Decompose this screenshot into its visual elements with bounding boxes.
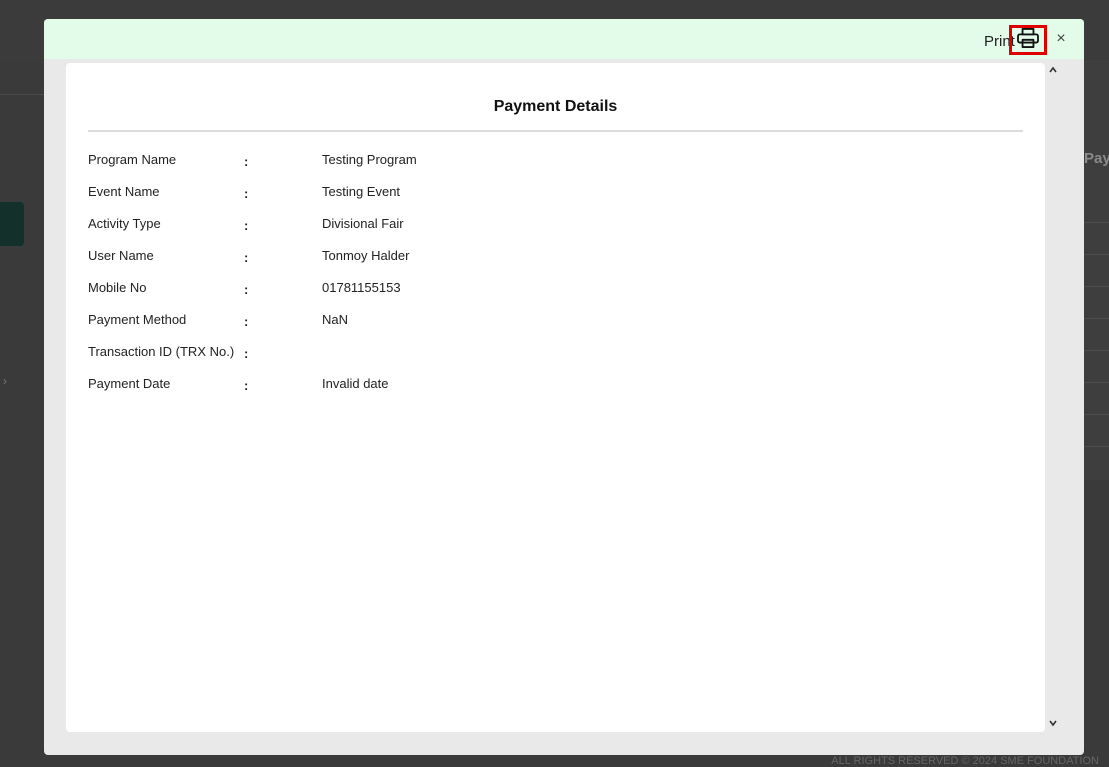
payment-details-list: Program Name : Testing Program Event Nam… — [88, 152, 988, 408]
detail-label: Payment Method — [88, 312, 187, 327]
detail-row-program-name: Program Name : Testing Program — [88, 152, 988, 184]
background-sidebar-active-item — [0, 202, 24, 246]
detail-value: Tonmoy Halder — [322, 248, 410, 263]
detail-value: Testing Program — [322, 152, 417, 167]
background-table-fragment: Pay — [1084, 60, 1109, 480]
detail-separator: : — [244, 218, 249, 233]
printer-icon — [1017, 27, 1039, 53]
detail-value: Divisional Fair — [322, 216, 404, 231]
close-button[interactable]: × — [1054, 29, 1068, 49]
background-footer: ALL RIGHTS RESERVED © 2024 SME FOUNDATIO… — [831, 755, 1099, 767]
detail-value: Testing Event — [322, 184, 401, 199]
detail-row-mobile-no: Mobile No : 01781155153 — [88, 280, 988, 312]
payment-details-modal: Print × Payment Details Program Name : T… — [44, 19, 1084, 755]
detail-row-activity-type: Activity Type : Divisional Fair — [88, 216, 988, 248]
background-column-header: Pay — [1084, 150, 1109, 167]
detail-value: 01781155153 — [322, 280, 401, 295]
background-divider — [0, 94, 44, 95]
detail-label: Payment Date — [88, 376, 171, 391]
detail-separator: : — [244, 154, 249, 169]
print-button[interactable] — [1009, 25, 1047, 55]
detail-value: Invalid date — [322, 376, 389, 391]
detail-row-event-name: Event Name : Testing Event — [88, 184, 988, 216]
detail-label: Event Name — [88, 184, 160, 199]
detail-row-user-name: User Name : Tonmoy Halder — [88, 248, 988, 280]
title-divider — [88, 130, 1023, 132]
detail-separator: : — [244, 282, 249, 297]
detail-row-transaction-id: Transaction ID (TRX No.) : — [88, 344, 988, 376]
background-chevron-right-icon: › — [3, 374, 7, 388]
modal-scrollbar[interactable] — [1045, 63, 1061, 732]
detail-separator: : — [244, 346, 249, 361]
detail-label: Transaction ID (TRX No.) — [88, 344, 235, 359]
detail-value: NaN — [322, 312, 349, 327]
modal-title: Payment Details — [493, 98, 618, 115]
detail-label: Program Name — [88, 152, 177, 167]
detail-label: Activity Type — [88, 216, 161, 231]
detail-label: User Name — [88, 248, 154, 263]
detail-separator: : — [244, 186, 249, 201]
detail-label: Mobile No — [88, 280, 147, 295]
detail-row-payment-date: Payment Date : Invalid date — [88, 376, 988, 408]
chevron-up-icon[interactable] — [1047, 65, 1059, 77]
detail-separator: : — [244, 378, 249, 393]
modal-header: Print × — [44, 19, 1084, 59]
detail-separator: : — [244, 314, 249, 329]
detail-row-payment-method: Payment Method : NaN — [88, 312, 988, 344]
detail-separator: : — [244, 250, 249, 265]
chevron-down-icon[interactable] — [1047, 718, 1059, 730]
payment-details-document: Payment Details Program Name : Testing P… — [66, 63, 1045, 732]
